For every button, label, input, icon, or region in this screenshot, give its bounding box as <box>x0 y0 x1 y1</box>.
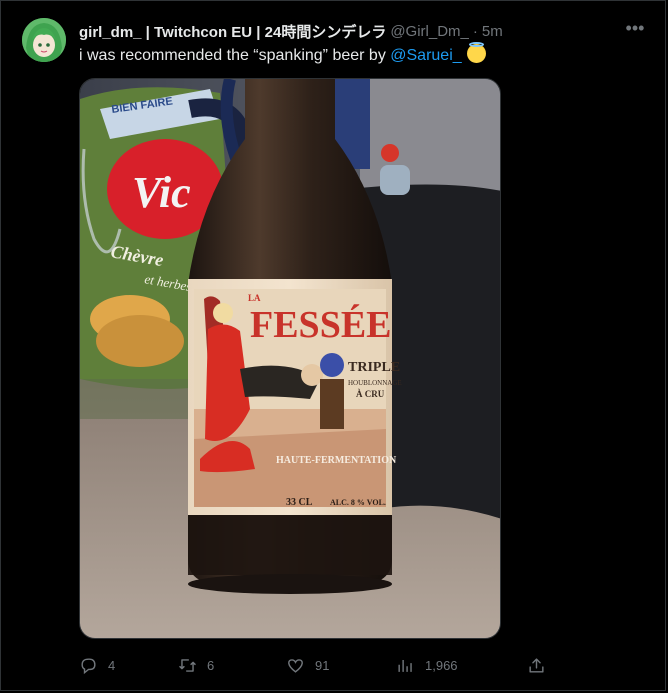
label-brand-prefix: LA <box>248 293 261 303</box>
share-button[interactable] <box>527 653 546 677</box>
timestamp[interactable]: 5m <box>482 23 503 40</box>
mention-link[interactable]: @Saruei_ <box>390 47 461 64</box>
label-volume: 33 CL <box>286 497 313 508</box>
tweet-text-body: i was recommended the “spanking” beer by <box>79 47 391 64</box>
heart-icon <box>288 658 303 673</box>
separator-dot: · <box>472 22 478 40</box>
tweet-card[interactable]: girl_dm_ | Twitchcon EU | 24時間シンデレラ @Gir… <box>0 0 666 691</box>
retweet-button[interactable]: 6 <box>178 653 214 677</box>
retweet-count: 6 <box>207 657 215 673</box>
avatar[interactable] <box>22 18 66 62</box>
avatar-image <box>22 18 66 62</box>
beer-bottle-photo: BIEN FAIRE Vic Chèvre et herbes LA FESSÉ… <box>80 79 500 638</box>
label-abv: ALC. 8 % VOL. <box>330 498 386 507</box>
label-line2: À CRU <box>356 389 385 399</box>
tweet-actions: 4 6 91 1,966 <box>79 653 549 677</box>
views-button[interactable]: 1,966 <box>396 653 458 677</box>
user-handle[interactable]: @Girl_Dm_ <box>390 23 469 40</box>
chips-brand-text: Vic <box>132 168 191 217</box>
tweet-text: i was recommended the “spanking” beer by… <box>79 42 486 65</box>
more-options-button[interactable]: ••• <box>623 19 647 41</box>
retweet-icon <box>179 658 196 672</box>
tweet-photo[interactable]: BIEN FAIRE Vic Chèvre et herbes LA FESSÉ… <box>79 78 501 639</box>
like-button[interactable]: 91 <box>286 653 329 677</box>
label-style: TRIPLE <box>348 360 400 375</box>
label-band: HAUTE-FERMENTATION <box>276 455 397 466</box>
more-icon: ••• <box>625 18 645 38</box>
tweet-header: girl_dm_ | Twitchcon EU | 24時間シンデレラ @Gir… <box>79 21 503 41</box>
views-chart-icon <box>398 659 412 672</box>
views-count: 1,966 <box>425 657 458 673</box>
reply-button[interactable]: 4 <box>79 653 115 677</box>
smiling-face-with-halo-icon <box>466 42 486 63</box>
label-line1: HOUBLONNAGE <box>348 379 402 387</box>
label-brand: FESSÉE <box>250 304 392 346</box>
reply-count: 4 <box>108 657 116 673</box>
like-count: 91 <box>315 657 330 673</box>
reply-icon <box>81 657 96 674</box>
share-icon <box>529 657 544 673</box>
display-name[interactable]: girl_dm_ | Twitchcon EU | 24時間シンデレラ <box>79 21 386 42</box>
